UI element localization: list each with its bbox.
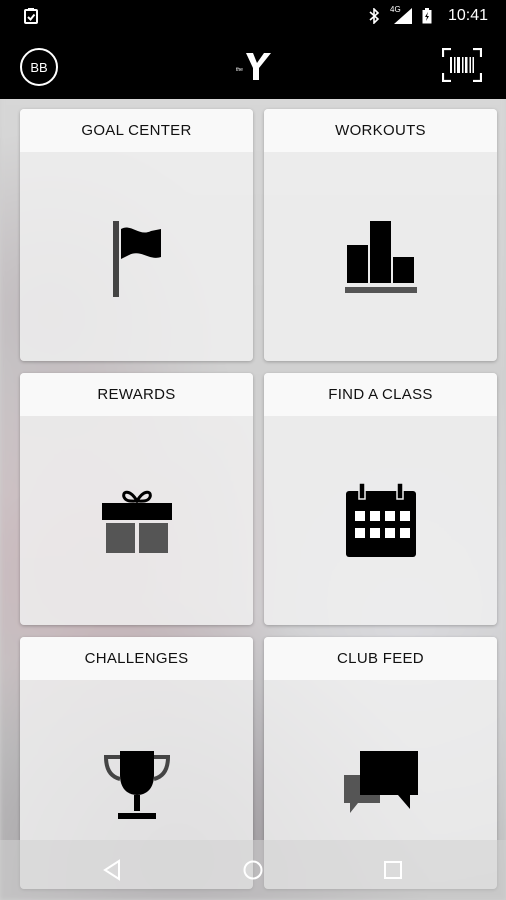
tile-find-a-class[interactable]: FIND A CLASS <box>264 373 497 625</box>
app-bar: BB the <box>0 33 506 99</box>
bar-chart-icon <box>344 221 417 293</box>
clock: 10:41 <box>447 7 488 24</box>
tile-goal-center[interactable]: GOAL CENTER <box>20 109 253 361</box>
flag-icon <box>112 221 161 297</box>
calendar-icon <box>345 483 416 557</box>
battery-icon <box>422 8 432 24</box>
svg-text:the: the <box>236 67 243 73</box>
tile-workouts[interactable]: WORKOUTS <box>264 109 497 361</box>
tile-rewards[interactable]: REWARDS <box>20 373 253 625</box>
avatar-button[interactable]: BB <box>20 48 58 86</box>
barcode-scan-icon[interactable] <box>442 48 482 82</box>
avatar-initials: BB <box>30 59 48 75</box>
recents-icon[interactable] <box>381 858 405 882</box>
tile-title: GOAL CENTER <box>20 109 253 152</box>
navigation-bar <box>0 840 506 900</box>
tile-title: FIND A CLASS <box>264 373 497 416</box>
tile-title: REWARDS <box>20 373 253 416</box>
signal-icon <box>394 8 412 24</box>
bluetooth-icon <box>369 8 380 24</box>
tile-title: CLUB FEED <box>264 637 497 680</box>
gift-icon <box>101 490 172 553</box>
back-icon[interactable] <box>101 858 125 882</box>
trophy-icon <box>103 751 170 819</box>
ymca-logo: the <box>236 53 271 80</box>
tile-title: WORKOUTS <box>264 109 497 152</box>
clipboard-check-icon <box>24 8 38 24</box>
home-icon[interactable] <box>241 858 265 882</box>
status-bar: 4G 10:41 <box>0 0 506 33</box>
chat-bubbles-icon <box>343 751 418 813</box>
tile-title: CHALLENGES <box>20 637 253 680</box>
